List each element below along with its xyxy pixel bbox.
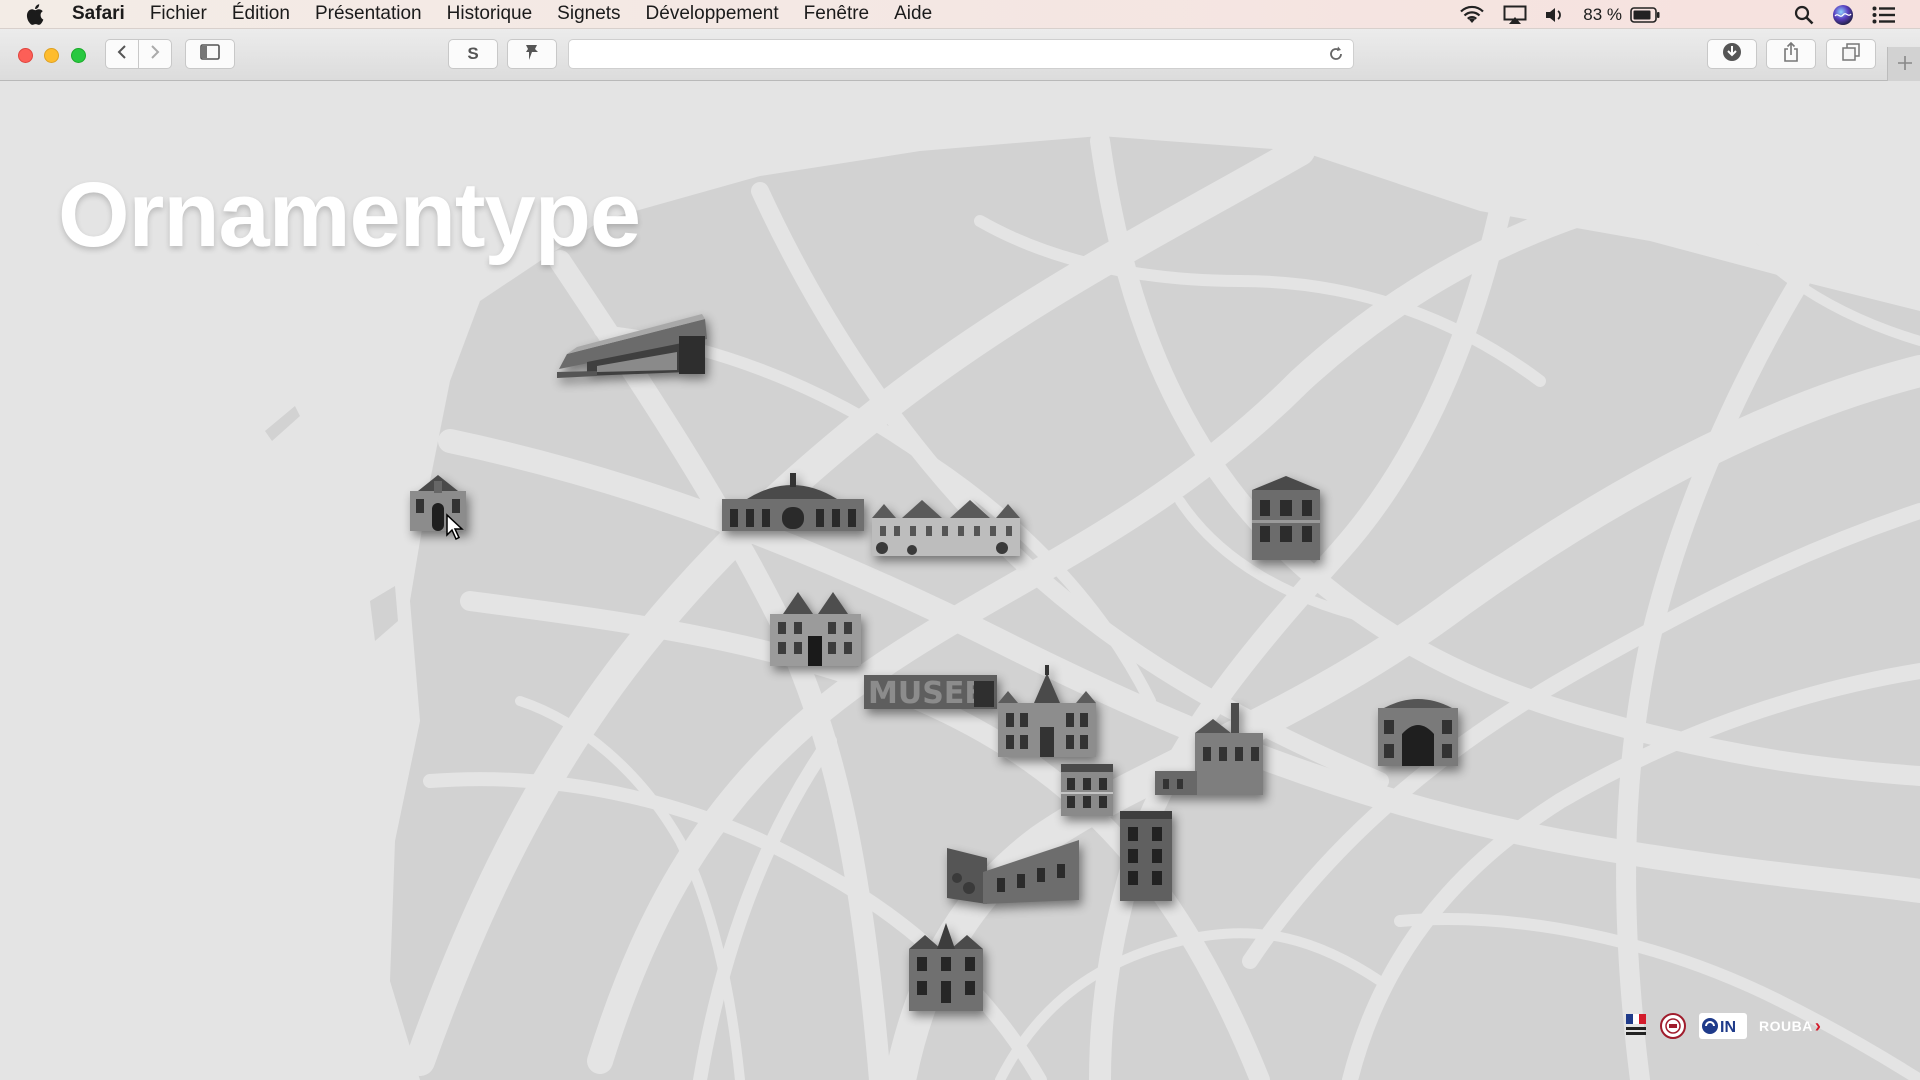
university-seal-logo[interactable] xyxy=(1659,1012,1687,1040)
close-window-button[interactable] xyxy=(18,48,33,63)
sidebar-button[interactable] xyxy=(185,39,235,69)
menu-developpement[interactable]: Développement xyxy=(646,3,779,25)
chateau-facade[interactable] xyxy=(872,496,1020,561)
pin-extension-button[interactable] xyxy=(507,39,557,69)
esin-school-logo[interactable]: IN xyxy=(1699,1013,1747,1039)
narrow-tall-house[interactable] xyxy=(1120,811,1172,906)
menu-bar: Safari Fichier Édition Présentation Hist… xyxy=(0,0,1920,29)
browser-toolbar: S xyxy=(0,29,1920,81)
menu-app-safari[interactable]: Safari xyxy=(72,3,125,25)
fullscreen-window-button[interactable] xyxy=(71,48,86,63)
modern-cantilever-building[interactable] xyxy=(557,314,712,394)
address-bar[interactable] xyxy=(568,39,1354,69)
menu-edition[interactable]: Édition xyxy=(232,3,290,25)
reload-icon[interactable] xyxy=(1327,45,1345,68)
small-facade[interactable] xyxy=(1061,764,1113,821)
volume-icon[interactable] xyxy=(1545,6,1565,24)
menu-signets[interactable]: Signets xyxy=(557,3,620,25)
svg-text:MUSEE: MUSEE xyxy=(868,676,985,711)
menu-aide[interactable]: Aide xyxy=(894,3,932,25)
back-icon xyxy=(116,44,128,65)
tabs-icon xyxy=(1842,42,1860,66)
svg-text:IN: IN xyxy=(1720,1019,1736,1036)
roubaix-logo[interactable]: ROUBA › xyxy=(1759,1016,1821,1037)
station-hall[interactable] xyxy=(722,471,864,536)
town-hall-belfry[interactable] xyxy=(998,665,1096,762)
mouse-cursor xyxy=(445,513,467,546)
minimize-window-button[interactable] xyxy=(44,48,59,63)
notification-center-icon[interactable] xyxy=(1872,6,1896,24)
site-title: Ornamentype xyxy=(58,164,641,266)
red-brick-tower-house[interactable] xyxy=(1250,476,1322,565)
share-button[interactable] xyxy=(1766,39,1816,69)
siri-icon[interactable] xyxy=(1832,4,1854,26)
forward-button[interactable] xyxy=(138,39,172,69)
downloads-button[interactable] xyxy=(1707,39,1757,69)
show-tabs-button[interactable] xyxy=(1826,39,1876,69)
gate-arch-building[interactable] xyxy=(1378,694,1458,771)
brick-row-houses[interactable] xyxy=(947,838,1079,909)
pin-icon xyxy=(523,43,541,66)
ornate-mansion[interactable] xyxy=(768,586,863,671)
apple-icon[interactable] xyxy=(26,3,52,25)
airplay-icon[interactable] xyxy=(1503,5,1527,25)
menu-fichier[interactable]: Fichier xyxy=(150,3,207,25)
extension-s-button[interactable]: S xyxy=(448,39,498,69)
brick-villa[interactable] xyxy=(907,921,985,1016)
wifi-icon[interactable] xyxy=(1459,5,1485,25)
forward-icon xyxy=(149,44,161,65)
status-menus: 83 % xyxy=(1459,0,1920,29)
page-content: Ornamentype MUSEE IN ROUBA › xyxy=(0,81,1920,1080)
url-input[interactable] xyxy=(579,40,1323,68)
menu-presentation[interactable]: Présentation xyxy=(315,3,422,25)
extension-s-label: S xyxy=(467,44,479,63)
new-tab-button[interactable] xyxy=(1887,47,1920,81)
museum-sign-building[interactable]: MUSEE xyxy=(864,671,997,716)
roubaix-logo-text: ROUBA xyxy=(1759,1018,1813,1034)
partner-logos: IN ROUBA › xyxy=(1625,1009,1821,1043)
new-tab-icon xyxy=(1897,51,1913,77)
menu-fenetre[interactable]: Fenêtre xyxy=(804,3,869,25)
factory-chimney[interactable] xyxy=(1155,703,1263,800)
back-button[interactable] xyxy=(105,39,139,69)
battery-percent: 83 % xyxy=(1583,4,1622,24)
share-icon xyxy=(1783,41,1799,67)
downloads-icon xyxy=(1722,42,1742,67)
sidebar-icon xyxy=(200,43,220,65)
french-republic-logo[interactable] xyxy=(1625,1012,1647,1040)
battery-icon[interactable] xyxy=(1630,6,1660,23)
roubaix-chevron-icon: › xyxy=(1814,1015,1821,1036)
spotlight-icon[interactable] xyxy=(1794,5,1814,25)
menu-historique[interactable]: Historique xyxy=(447,3,533,25)
